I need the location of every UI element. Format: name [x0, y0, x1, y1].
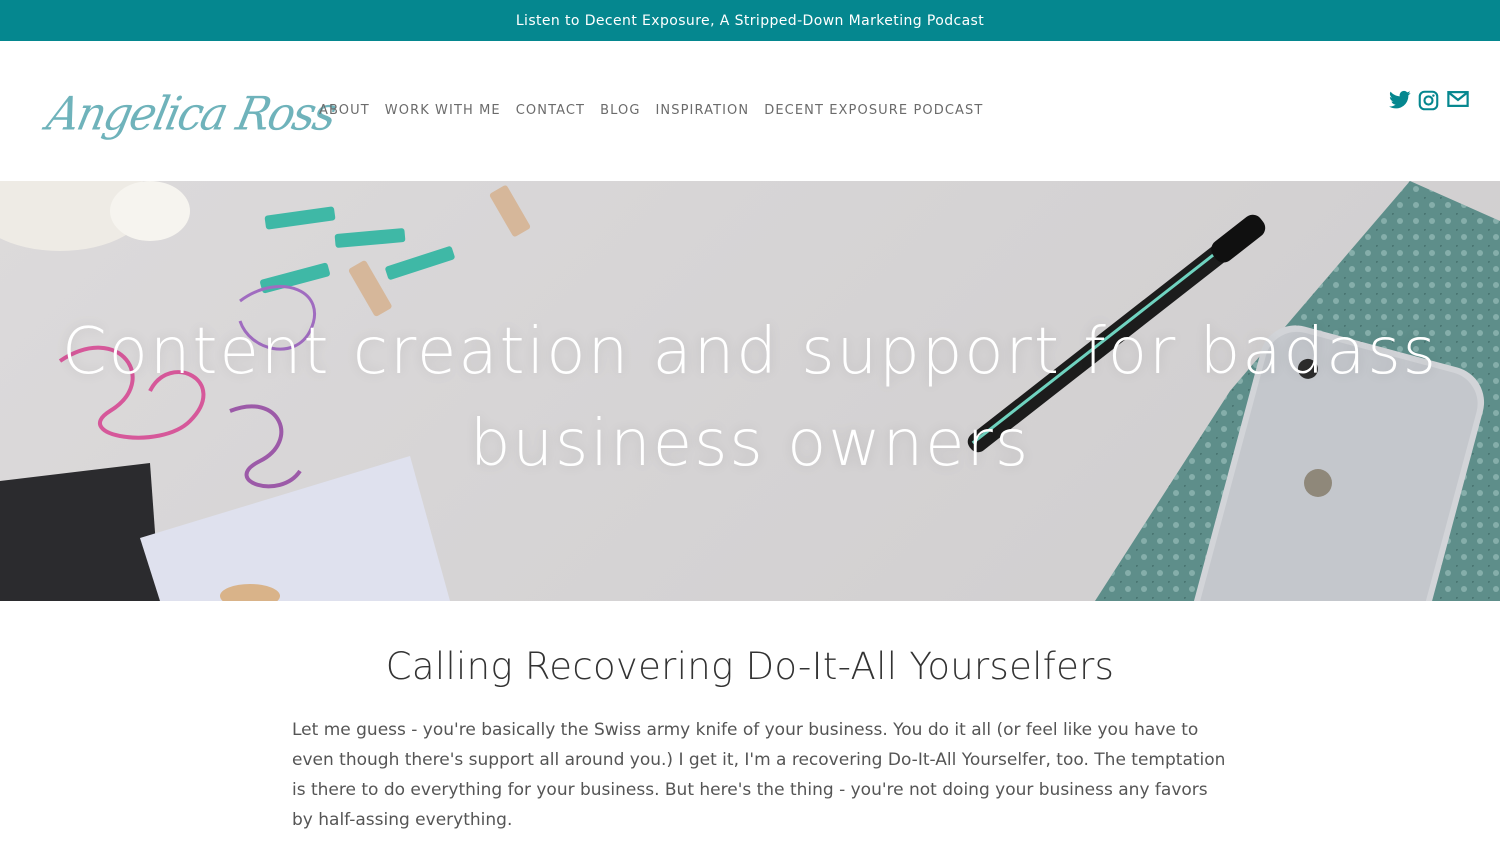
twitter-icon[interactable]: [1389, 90, 1411, 111]
announcement-bar[interactable]: Listen to Decent Exposure, A Stripped-Do…: [0, 0, 1500, 41]
section-heading: Calling Recovering Do-It-All Yourselfers: [385, 645, 1115, 688]
nav-decent-exposure-podcast[interactable]: DECENT EXPOSURE PODCAST: [764, 103, 983, 118]
announcement-link[interactable]: Listen to Decent Exposure, A Stripped-Do…: [516, 13, 984, 29]
nav-inspiration[interactable]: INSPIRATION: [656, 103, 750, 118]
instagram-icon[interactable]: [1418, 90, 1439, 111]
social-links: [1389, 90, 1469, 111]
nav-about[interactable]: ABOUT: [319, 103, 370, 118]
site-header: Angelica Ross ABOUT WORK WITH ME CONTACT…: [0, 41, 1500, 181]
nav-work-with-me[interactable]: WORK WITH ME: [385, 103, 501, 118]
hero-banner: Content creation and support for badass …: [0, 181, 1500, 601]
main-nav: ABOUT WORK WITH ME CONTACT BLOG INSPIRAT…: [319, 103, 998, 118]
site-logo[interactable]: Angelica Ross: [39, 73, 339, 157]
nav-blog[interactable]: BLOG: [600, 103, 640, 118]
email-icon[interactable]: [1447, 90, 1469, 111]
nav-contact[interactable]: CONTACT: [516, 103, 585, 118]
section-body: Let me guess - you're basically the Swis…: [292, 720, 1226, 830]
intro-section: Calling Recovering Do-It-All Yourselfers…: [0, 601, 1500, 843]
hero-title: Content creation and support for badass …: [61, 315, 1439, 481]
